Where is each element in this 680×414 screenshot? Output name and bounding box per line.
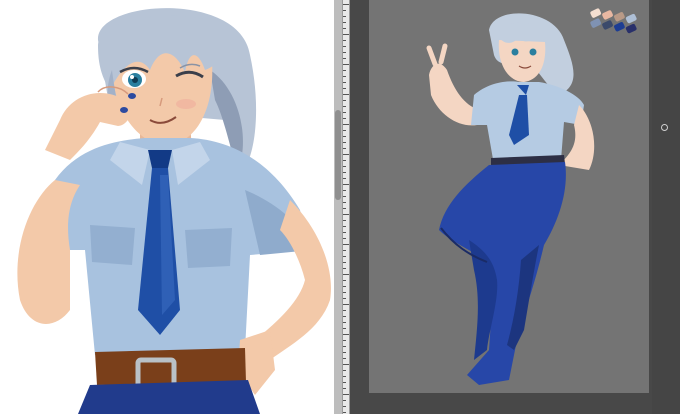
color-palette-swatches: [590, 8, 637, 34]
ruler-tick: [343, 346, 346, 347]
ruler-tick: [343, 94, 349, 95]
ruler-tick: [343, 88, 346, 89]
ruler-tick: [343, 262, 346, 263]
sketch-illustration: [426, 8, 637, 385]
ruler-tick: [343, 82, 346, 83]
ruler-tick: [343, 232, 346, 233]
ruler-tick: [343, 28, 346, 29]
vertical-ruler: [342, 0, 350, 414]
left-vertical-scrollbar[interactable]: [334, 0, 342, 414]
ruler-tick: [343, 40, 346, 41]
palette-swatch: [602, 10, 613, 20]
ruler-tick: [343, 34, 349, 35]
ruler-tick: [343, 328, 346, 329]
ruler-tick: [343, 364, 349, 365]
circle-handle-icon[interactable]: [661, 124, 668, 131]
ruler-tick: [343, 196, 346, 197]
ruler-tick: [343, 58, 346, 59]
ruler-tick: [343, 226, 346, 227]
ruler-tick: [343, 304, 349, 305]
ruler-tick: [343, 400, 346, 401]
ruler-tick: [343, 286, 346, 287]
ruler-tick: [343, 22, 346, 23]
ruler-tick: [343, 208, 346, 209]
ruler-tick: [343, 190, 346, 191]
finished-illustration: [17, 8, 331, 414]
ruler-tick: [343, 202, 346, 203]
ruler-tick: [343, 178, 346, 179]
ruler-tick: [343, 46, 346, 47]
ruler-tick: [343, 64, 349, 65]
ruler-tick: [343, 382, 346, 383]
ruler-tick: [343, 316, 346, 317]
ruler-tick: [343, 220, 346, 221]
ruler-tick: [343, 130, 346, 131]
ruler-tick: [343, 172, 346, 173]
ruler-tick: [343, 118, 346, 119]
ruler-tick: [343, 394, 349, 395]
ruler-tick: [343, 214, 349, 215]
ruler-tick: [343, 256, 346, 257]
ruler-tick: [343, 16, 346, 17]
ruler-tick: [343, 112, 346, 113]
ruler-tick: [343, 358, 346, 359]
ruler-tick: [343, 388, 346, 389]
palette-swatch: [625, 23, 637, 34]
ruler-tick: [343, 412, 346, 413]
ruler-tick: [343, 292, 346, 293]
ruler-tick: [343, 370, 346, 371]
ruler-tick: [343, 322, 346, 323]
ruler-tick: [343, 340, 346, 341]
scrollbar-thumb[interactable]: [335, 110, 341, 200]
ruler-tick: [343, 142, 346, 143]
ruler-tick: [343, 160, 346, 161]
ruler-tick: [343, 154, 349, 155]
palette-swatch: [614, 12, 625, 22]
finished-illustration-canvas[interactable]: [0, 0, 334, 414]
ruler-tick: [343, 238, 346, 239]
ruler-tick: [343, 250, 346, 251]
ruler-tick: [343, 280, 346, 281]
palette-swatch: [590, 18, 602, 28]
ruler-tick: [343, 10, 346, 11]
ruler-tick: [343, 310, 346, 311]
ruler-tick: [343, 352, 346, 353]
ruler-tick: [343, 274, 349, 275]
right-side-panel: [652, 0, 680, 414]
ruler-tick: [343, 124, 349, 125]
ruler-tick: [343, 166, 346, 167]
ruler-tick: [343, 184, 349, 185]
ruler-tick: [343, 376, 346, 377]
ruler-tick: [343, 4, 349, 5]
ruler-tick: [343, 76, 346, 77]
ruler-tick: [343, 136, 346, 137]
palette-swatch: [602, 20, 613, 30]
palette-swatch: [625, 13, 637, 24]
ruler-tick: [343, 334, 349, 335]
ruler-tick: [343, 268, 346, 269]
ruler-tick: [343, 100, 346, 101]
palette-swatch: [590, 8, 602, 18]
ruler-tick: [343, 244, 349, 245]
ruler-tick: [343, 52, 346, 53]
ruler-tick: [343, 298, 346, 299]
sketch-canvas[interactable]: [369, 0, 649, 393]
ruler-tick: [343, 70, 346, 71]
ruler-tick: [343, 406, 346, 407]
ruler-tick: [343, 148, 346, 149]
palette-swatch: [614, 22, 625, 32]
ruler-tick: [343, 106, 346, 107]
